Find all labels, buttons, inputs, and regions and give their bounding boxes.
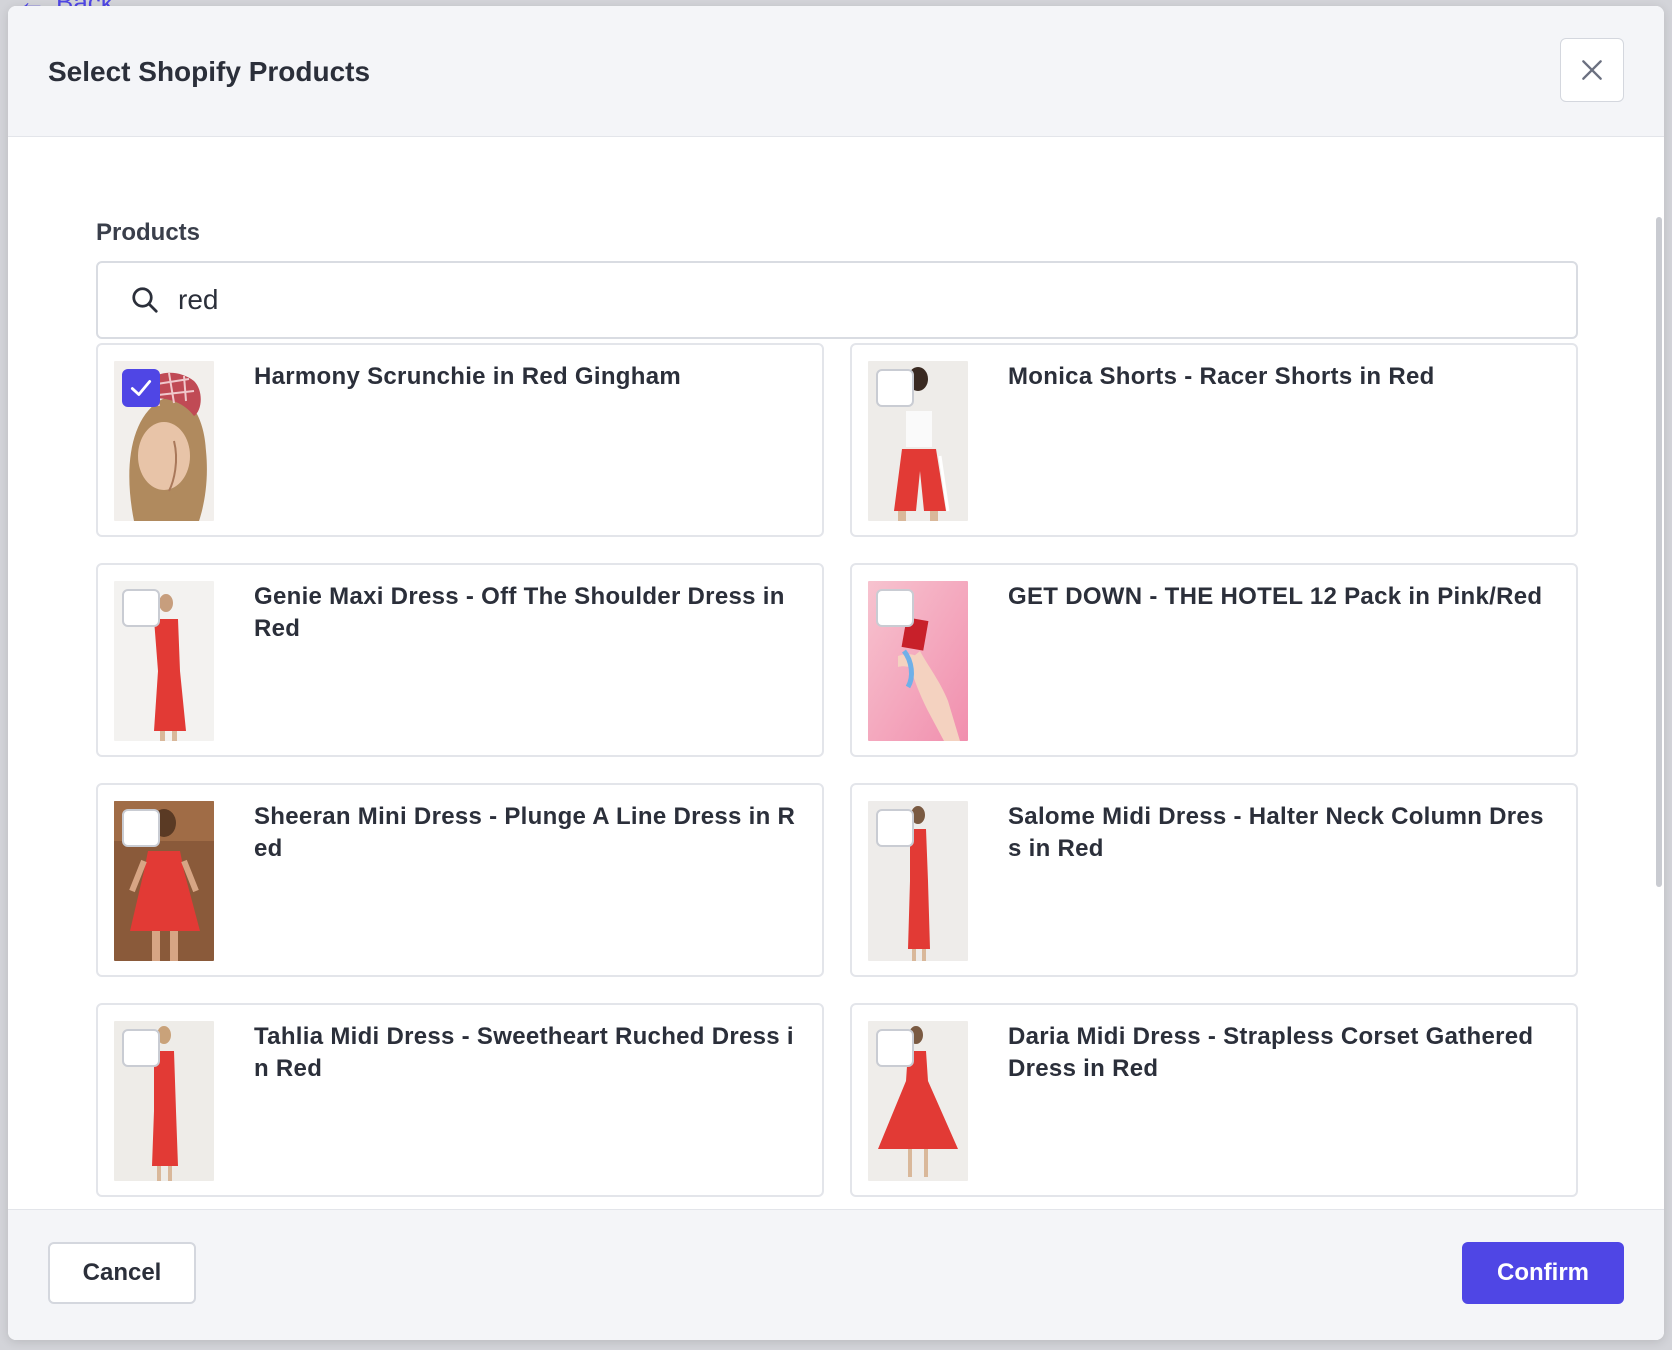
close-icon (1582, 60, 1602, 80)
products-field-label: Products (96, 219, 201, 246)
product-title: Sheeran Mini Dress - Plunge A Line Dress… (254, 803, 796, 862)
product-card[interactable]: Monica Shorts - Racer Shorts in Red (850, 343, 1578, 537)
modal-header: Select Shopify Products (8, 6, 1664, 137)
product-card[interactable]: Salome Midi Dress - Halter Neck Column D… (850, 783, 1578, 977)
modal-body: Products red Harmony Scrunchie in Red Gi… (8, 137, 1664, 1210)
modal-footer: Cancel Confirm (8, 1209, 1664, 1340)
search-input[interactable] (176, 283, 1530, 317)
product-checkbox[interactable] (876, 369, 914, 407)
modal-title: Select Shopify Products (48, 56, 371, 87)
close-button[interactable] (1560, 38, 1624, 102)
product-checkbox[interactable] (876, 809, 914, 847)
product-card[interactable]: Daria Midi Dress - Strapless Corset Gath… (850, 1003, 1578, 1197)
select-products-modal: Select Shopify Products Products red Har… (8, 6, 1664, 1340)
search-field[interactable] (96, 261, 1578, 339)
product-checkbox[interactable] (876, 1029, 914, 1067)
product-checkbox[interactable] (122, 1029, 160, 1067)
product-checkbox[interactable] (876, 589, 914, 627)
search-icon (132, 287, 158, 313)
product-card[interactable]: Sheeran Mini Dress - Plunge A Line Dress… (96, 783, 824, 977)
scrollbar[interactable] (1656, 217, 1662, 887)
product-title: Daria Midi Dress - Strapless Corset Gath… (1008, 1023, 1534, 1082)
product-title: Salome Midi Dress - Halter Neck Column D… (1008, 803, 1544, 862)
product-card[interactable]: Tahlia Midi Dress - Sweetheart Ruched Dr… (96, 1003, 824, 1197)
checkmark-icon (130, 380, 152, 396)
product-checkbox[interactable] (122, 369, 160, 407)
product-title: Tahlia Midi Dress - Sweetheart Ruched Dr… (254, 1023, 794, 1082)
product-title: Monica Shorts - Racer Shorts in Red (1008, 363, 1435, 390)
cancel-button[interactable]: Cancel (48, 1242, 196, 1304)
product-title: Genie Maxi Dress - Off The Shoulder Dres… (254, 583, 785, 642)
product-title: Harmony Scrunchie in Red Gingham (254, 363, 682, 390)
product-checkbox[interactable] (122, 589, 160, 627)
product-checkbox[interactable] (122, 809, 160, 847)
product-card[interactable]: GET DOWN - THE HOTEL 12 Pack in Pink/Red (850, 563, 1578, 757)
product-card[interactable]: Harmony Scrunchie in Red Gingham (96, 343, 824, 537)
product-card[interactable]: Genie Maxi Dress - Off The Shoulder Dres… (96, 563, 824, 757)
product-title: GET DOWN - THE HOTEL 12 Pack in Pink/Red (1008, 583, 1543, 610)
confirm-button[interactable]: Confirm (1462, 1242, 1624, 1304)
